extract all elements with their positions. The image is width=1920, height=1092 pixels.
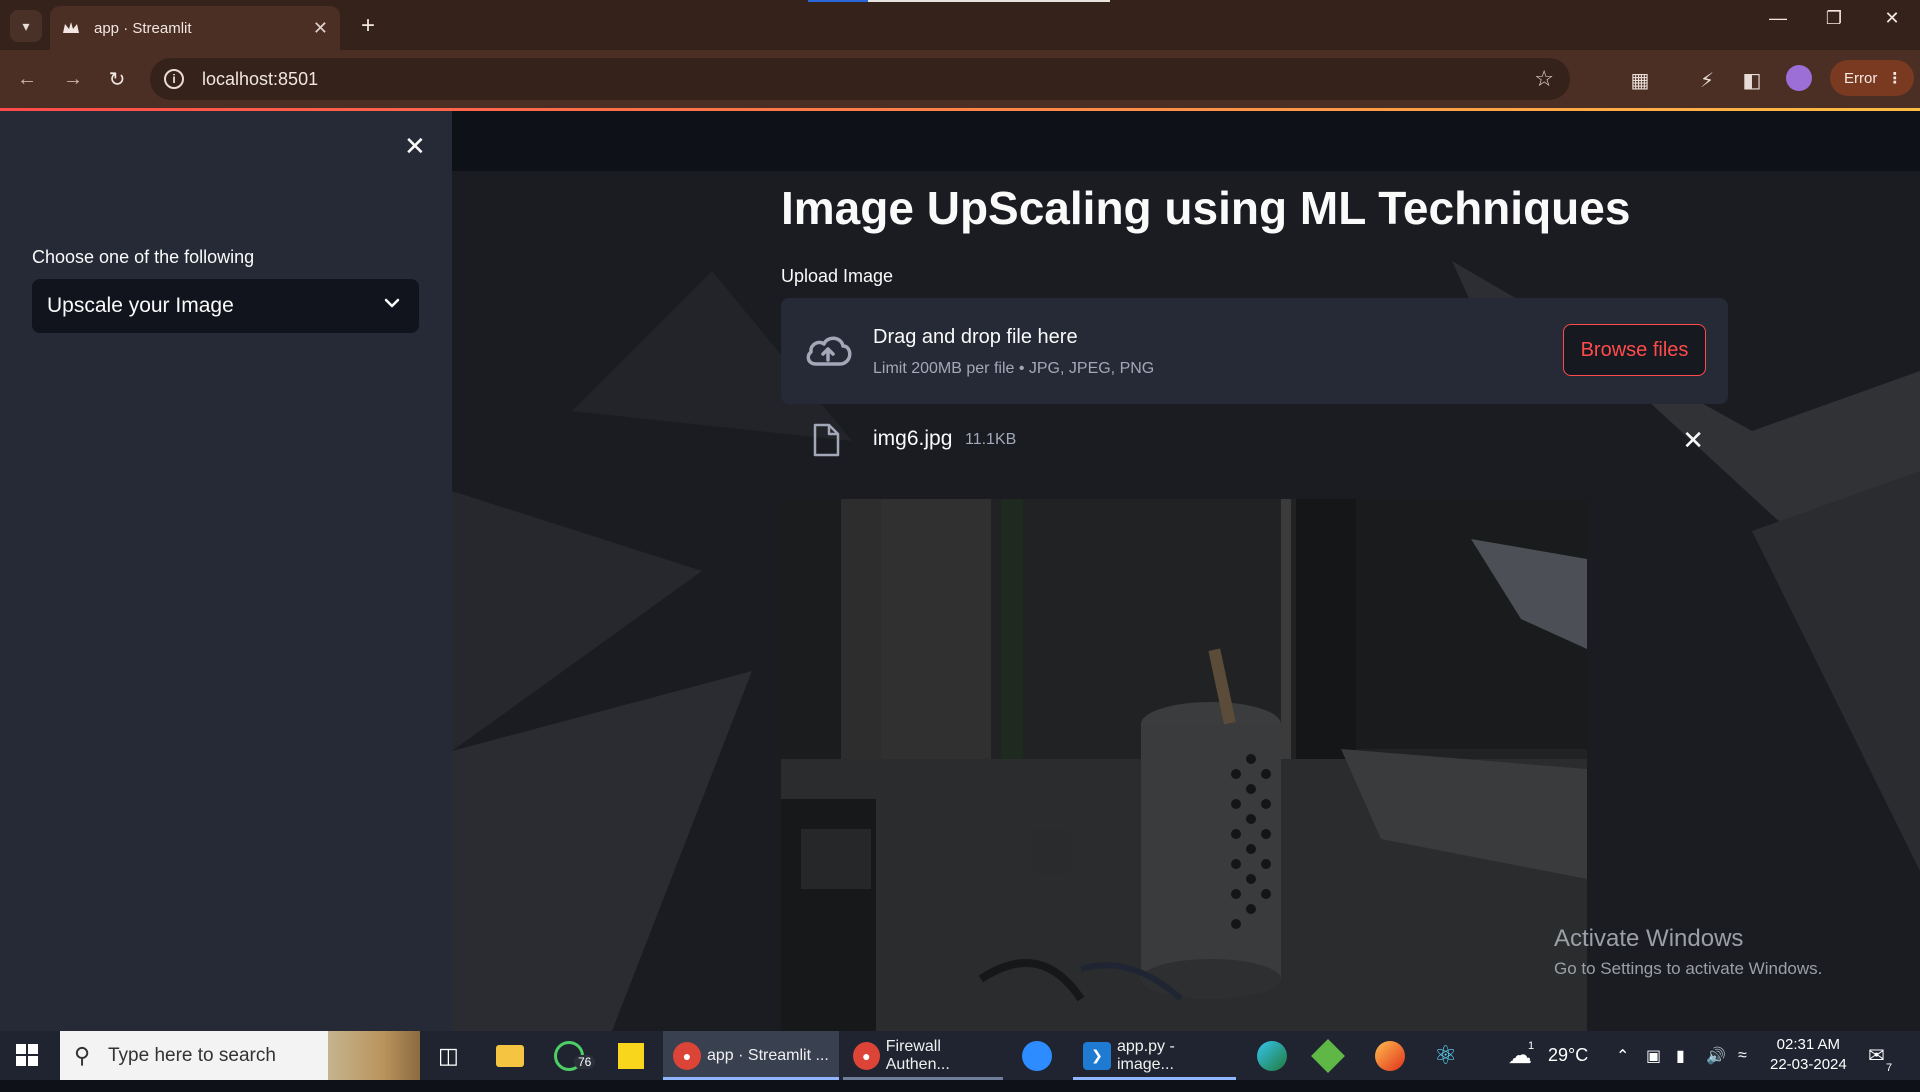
sticky-notes-icon[interactable]	[618, 1031, 644, 1080]
back-arrow-icon[interactable]: ←	[10, 62, 44, 96]
chevron-down-icon	[384, 298, 400, 308]
address-bar[interactable]: i localhost:8501 ☆	[150, 58, 1570, 100]
tab-search-button[interactable]: ▾	[10, 10, 42, 42]
battery-icon[interactable]: ▮	[1676, 1031, 1685, 1080]
whatsapp-badge: 76	[574, 1055, 596, 1069]
firefox-icon[interactable]	[1375, 1031, 1405, 1080]
reload-icon[interactable]: ↻	[100, 62, 134, 96]
edge-icon[interactable]	[1257, 1031, 1287, 1080]
task-label: app · Streamlit ...	[707, 1046, 829, 1064]
cloud-upload-icon	[806, 336, 852, 366]
restore-icon[interactable]: ❐	[1814, 8, 1854, 29]
clock-time: 02:31 AM	[1776, 1036, 1841, 1053]
side-panel-icon[interactable]: ◧	[1738, 66, 1766, 94]
main-content: Image UpScaling using ML Techniques Uplo…	[452, 111, 1920, 1031]
more-menu-icon: ⋮	[1887, 70, 1903, 87]
mode-selectbox[interactable]: Upscale your Image	[32, 279, 419, 333]
performance-icon[interactable]: ⚡	[1693, 66, 1721, 94]
browser-tab-active[interactable]: app · Streamlit ✕	[50, 6, 340, 50]
clock-date: 22-03-2024	[1770, 1056, 1847, 1073]
react-atom-icon[interactable]: ⚛	[1434, 1031, 1457, 1080]
file-name: img6.jpg	[873, 427, 953, 450]
remove-file-icon[interactable]: ✕	[1682, 425, 1704, 456]
file-explorer-icon[interactable]	[496, 1031, 524, 1080]
browser-error-button[interactable]: Error ⋮	[1830, 60, 1914, 96]
taskbar-search-placeholder: Type here to search	[108, 1044, 276, 1066]
meet-now-icon[interactable]: ▣	[1646, 1031, 1661, 1080]
photo-kitchen-shelf	[781, 499, 1587, 1031]
tab-title: app · Streamlit	[94, 19, 192, 37]
minimize-icon[interactable]: —	[1758, 8, 1798, 29]
chevron-down-icon: ▾	[22, 17, 30, 34]
app-header-bar	[452, 111, 1920, 171]
windows-taskbar: ⚲ Type here to search ◫ 76 ● app · Strea…	[0, 1031, 1920, 1080]
task-view-icon[interactable]: ◫	[438, 1031, 459, 1080]
selectbox-value: Upscale your Image	[47, 294, 234, 317]
sidebar: ✕ Choose one of the following Upscale yo…	[0, 111, 452, 1031]
window-close-icon[interactable]: ✕	[1872, 8, 1912, 29]
streamlit-crown-icon	[63, 22, 79, 33]
file-icon	[813, 423, 840, 457]
whatsapp-icon[interactable]: 76	[554, 1031, 596, 1080]
volume-icon[interactable]: 🔊	[1706, 1031, 1726, 1080]
profile-avatar[interactable]	[1786, 65, 1812, 91]
error-label: Error	[1844, 69, 1878, 87]
browser-tab-strip: ▾ app · Streamlit ✕ + — ❐ ✕	[0, 0, 1920, 50]
uploaded-file-row: img6.jpg 11.1KB ✕	[781, 411, 1728, 467]
vscode-icon: ❯	[1083, 1041, 1111, 1070]
new-tab-button[interactable]: +	[352, 10, 384, 42]
taskbar-search-box[interactable]: ⚲ Type here to search	[60, 1031, 420, 1080]
chevron-up-icon[interactable]: ⌃	[1616, 1031, 1629, 1080]
sidebar-close-icon[interactable]: ✕	[404, 131, 426, 162]
activate-windows-watermark: Activate Windows Go to Settings to activ…	[1554, 925, 1822, 979]
tab-progress-indicator	[808, 0, 1110, 2]
select-label: Choose one of the following	[32, 247, 255, 267]
page-title: Image UpScaling using ML Techniques	[781, 182, 1631, 234]
task-label: app.py - image...	[1116, 1037, 1175, 1073]
dropzone-limit: Limit 200MB per file • JPG, JPEG, PNG	[873, 360, 1155, 377]
browser-toolbar: ← → ↻ i localhost:8501 ☆ ▦ ⚡ ◧	[0, 50, 1920, 110]
chrome-icon: ●	[673, 1041, 701, 1070]
search-icon: ⚲	[74, 1043, 91, 1068]
forward-arrow-icon[interactable]: →	[56, 62, 90, 96]
site-info-icon[interactable]: i	[164, 69, 184, 89]
bookmark-star-icon[interactable]: ☆	[1534, 66, 1554, 92]
weather-temperature: 29°C	[1548, 1045, 1589, 1065]
watermark-title: Activate Windows	[1554, 925, 1744, 952]
url-text: localhost:8501	[202, 68, 319, 89]
file-dropzone[interactable]: Drag and drop file here Limit 200MB per …	[781, 298, 1728, 404]
uploaded-image-preview	[781, 499, 1587, 1031]
notification-count: 7	[1886, 1061, 1893, 1074]
windows-start-icon[interactable]	[16, 1044, 38, 1066]
task-label: Firewall Authen...	[885, 1037, 950, 1073]
taskbar-app-firewall[interactable]: ● Firewall Authen...	[843, 1031, 1003, 1080]
search-highlight-image	[328, 1031, 420, 1080]
file-size: 11.1KB	[965, 431, 1017, 448]
chrome-icon: ●	[853, 1041, 880, 1070]
dropzone-title: Drag and drop file here	[873, 326, 1078, 348]
git-icon[interactable]	[1311, 1031, 1345, 1080]
taskbar-app-vscode[interactable]: ❯ app.py - image...	[1073, 1031, 1236, 1080]
notification-center-icon[interactable]: ✉	[1868, 1031, 1885, 1080]
browse-files-button[interactable]: Browse files	[1563, 324, 1706, 376]
upload-label: Upload Image	[781, 266, 894, 286]
watermark-subtitle: Go to Settings to activate Windows.	[1554, 959, 1823, 978]
wifi-icon[interactable]: ≈	[1738, 1031, 1747, 1080]
tab-close-icon[interactable]: ✕	[313, 18, 328, 39]
extensions-icon[interactable]: ▦	[1626, 66, 1654, 94]
taskbar-app-streamlit[interactable]: ● app · Streamlit ...	[663, 1031, 839, 1080]
zoom-icon[interactable]	[1022, 1031, 1052, 1080]
weather-badge: 1	[1528, 1039, 1535, 1052]
system-clock[interactable]: 02:31 AM 22-03-2024	[1770, 1035, 1847, 1075]
